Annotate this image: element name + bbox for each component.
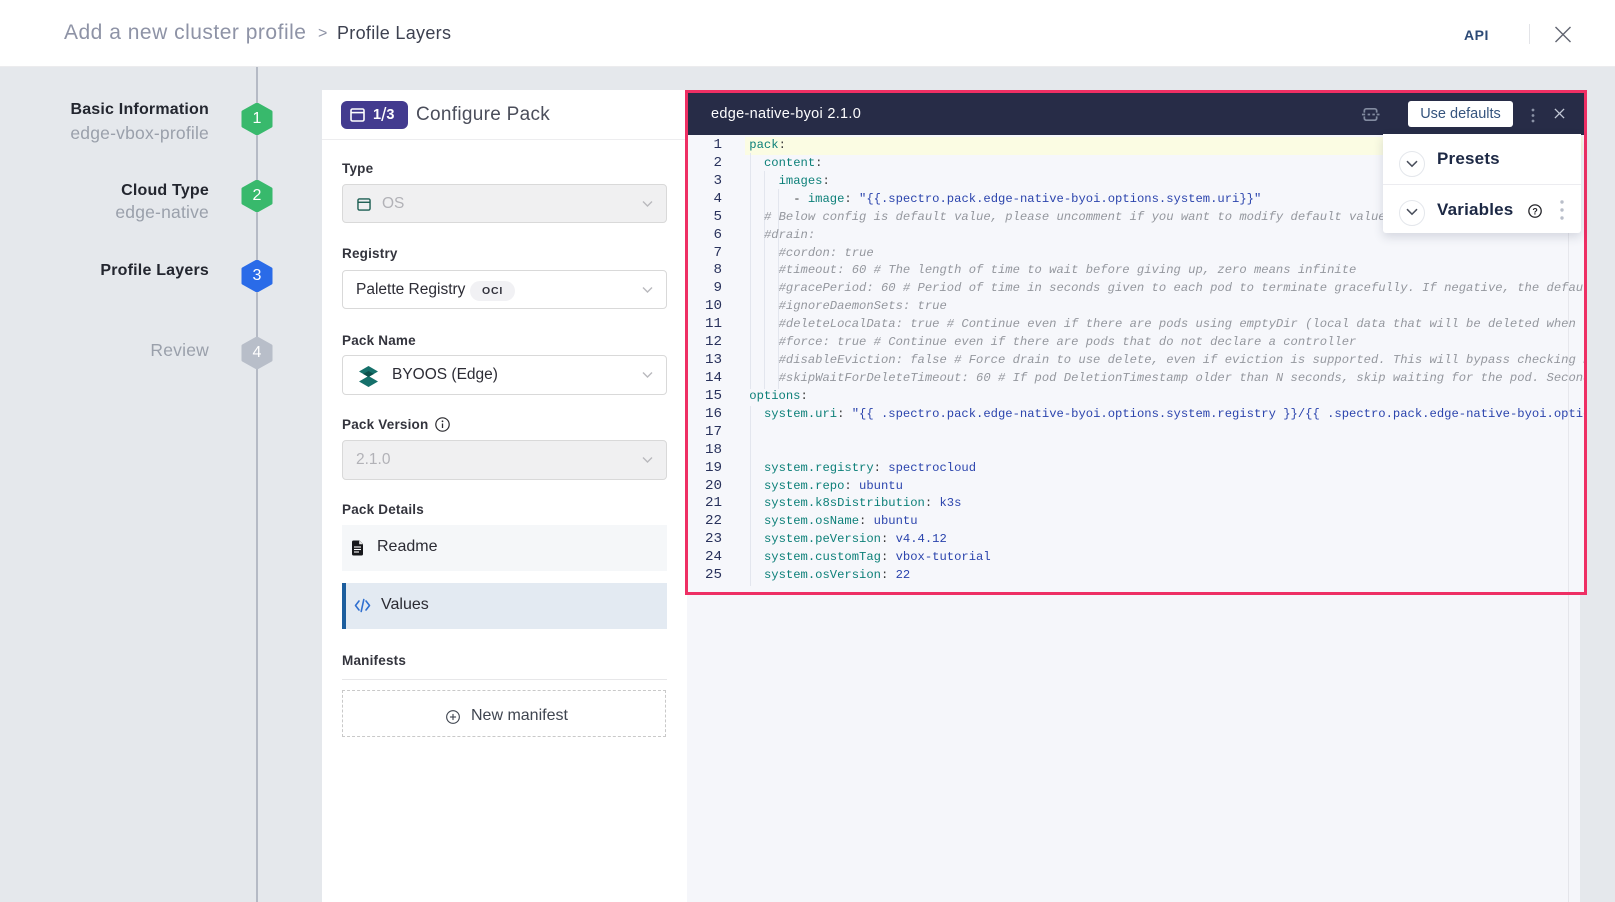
svg-text:?: ? (1532, 206, 1537, 216)
